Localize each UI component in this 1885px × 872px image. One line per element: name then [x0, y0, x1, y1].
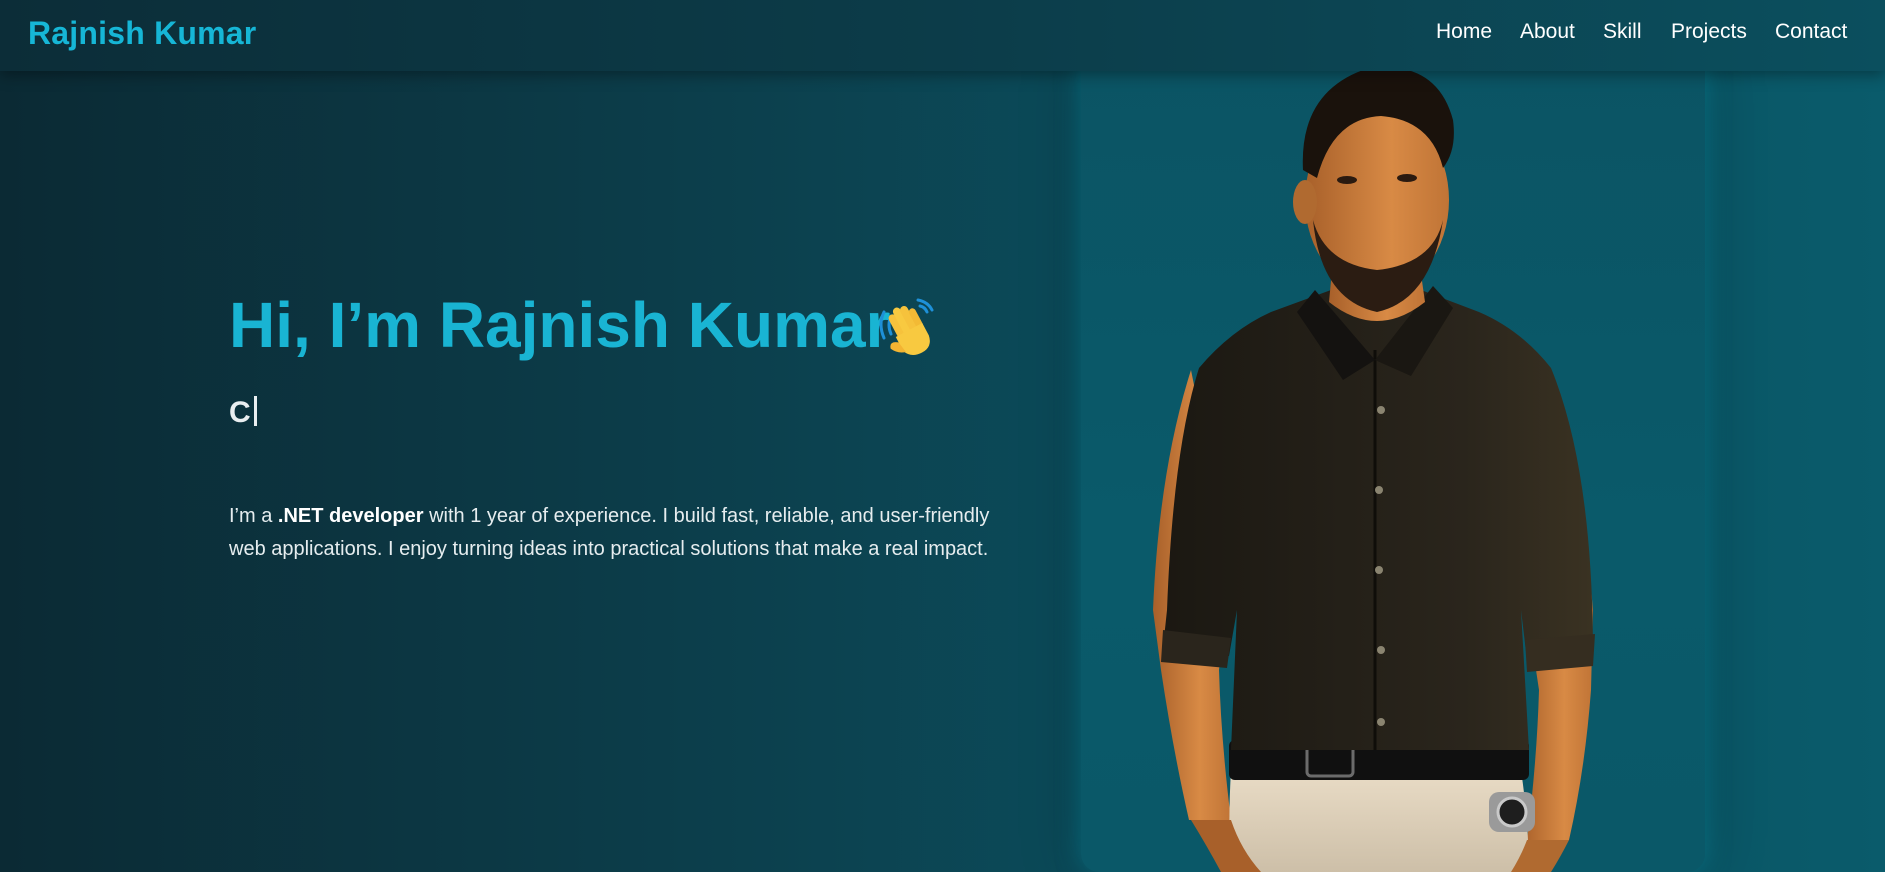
- waving-hand-icon: [874, 294, 940, 360]
- nav-link-skill[interactable]: Skill: [1603, 20, 1642, 44]
- intro-lead: I’m a: [229, 505, 278, 527]
- nav-link-home[interactable]: Home: [1436, 20, 1492, 44]
- nav-link-contact[interactable]: Contact: [1775, 20, 1847, 44]
- hero-title: Hi, I’m Rajnish Kumar: [229, 289, 891, 361]
- navbar: Rajnish Kumar Home About Skill Projects …: [0, 0, 1885, 71]
- intro-highlight: .NET developer: [277, 505, 424, 527]
- typed-role-value: C: [229, 396, 251, 429]
- nav-menu: Home About Skill Projects Contact: [0, 20, 1885, 50]
- nav-link-about[interactable]: About: [1520, 20, 1575, 44]
- intro-paragraph: I’m a .NET developer with 1 year of expe…: [229, 500, 1009, 566]
- profile-photo: [1153, 67, 1595, 872]
- typed-role-text: C: [229, 396, 257, 430]
- profile-photo-card: [1081, 50, 1705, 872]
- typing-cursor: [253, 396, 257, 426]
- nav-link-projects[interactable]: Projects: [1671, 20, 1747, 44]
